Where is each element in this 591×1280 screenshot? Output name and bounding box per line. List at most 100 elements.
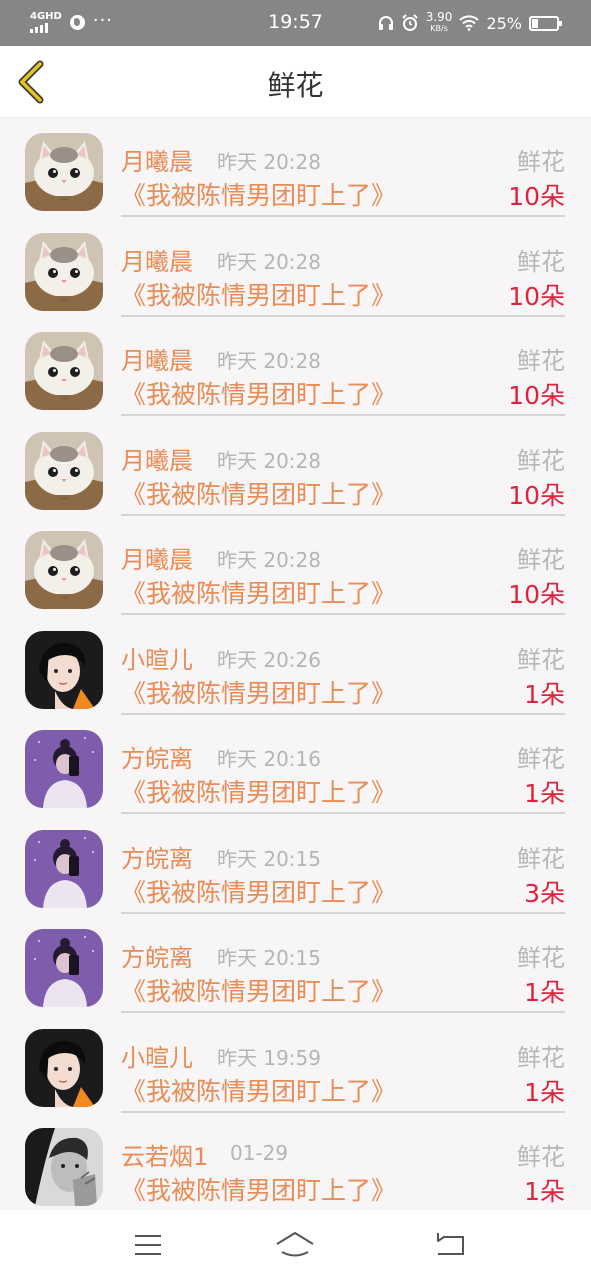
list-item[interactable]: ····· 月曦晨 昨天 20:28 鲜花《我被陈情男团盯上了》 10朵: [0, 218, 591, 318]
sender-name[interactable]: 云若烟1: [121, 1137, 208, 1172]
boy-avatar[interactable]: [25, 630, 103, 709]
home-button[interactable]: [274, 1228, 316, 1262]
status-bar: 4GHD ··· 19:57 3.90 KB/s 25%: [0, 0, 591, 46]
flower-count: 1朵: [524, 978, 565, 1007]
svg-text:·····: ·····: [60, 595, 68, 601]
sender-name[interactable]: 小暄儿: [121, 640, 193, 675]
page-title: 鲜花: [267, 69, 324, 102]
book-title-link[interactable]: 《我被陈情男团盯上了》: [121, 475, 396, 511]
book-title-link[interactable]: 《我被陈情男团盯上了》: [121, 276, 396, 312]
menu-icon: [135, 1235, 161, 1255]
timestamp: 昨天 20:28: [217, 448, 321, 473]
cat-avatar[interactable]: ·····: [25, 431, 103, 510]
sender-name[interactable]: 月曦晨: [121, 142, 193, 177]
svg-text:·····: ·····: [60, 197, 68, 203]
timestamp: 昨天 20:28: [217, 548, 321, 572]
battery-percent: 25%: [486, 13, 522, 33]
flower-count: 10朵: [508, 580, 565, 609]
bw-avatar[interactable]: [25, 1128, 103, 1206]
flower-count: 1朵: [524, 1077, 565, 1107]
cat-avatar[interactable]: ·····: [25, 232, 103, 311]
status-right: 3.90 KB/s 25%: [378, 10, 562, 35]
list-item[interactable]: ····· 月曦晨 昨天 20:28 鲜花《我被陈情男团盯上了》 10朵: [0, 118, 591, 218]
book-title-link[interactable]: 《我被陈情男团盯上了》: [121, 873, 396, 909]
menu-button[interactable]: [127, 1228, 169, 1262]
boy-avatar[interactable]: [25, 1028, 103, 1107]
flower-count: 1朵: [524, 779, 565, 808]
sender-name[interactable]: 月曦晨: [121, 242, 193, 277]
timestamp: 01-29: [230, 1141, 289, 1165]
cat-avatar[interactable]: ·····: [25, 531, 103, 609]
gift-type: 鲜花: [517, 446, 565, 475]
svg-text:·····: ·····: [60, 297, 68, 303]
flower-count: 10朵: [508, 281, 565, 311]
sender-name[interactable]: 月曦晨: [121, 341, 193, 376]
gift-type: 鲜花: [517, 944, 565, 972]
header-bar: 鲜花: [0, 46, 591, 118]
list-item[interactable]: 方皖离 昨天 20:16 鲜花《我被陈情男团盯上了》 1朵: [0, 715, 591, 815]
flower-record-list: ····· 月曦晨 昨天 20:28 鲜花 《我被陈情男团盯上了》 10朵 ····· …: [0, 118, 591, 1210]
list-item[interactable]: ····· 月曦晨 昨天 20:28 鲜花《我被陈情男团盯上了》 10朵: [0, 317, 591, 417]
gift-type: 鲜花: [517, 347, 565, 375]
gift-type: 鲜花: [517, 247, 565, 276]
timestamp: 昨天 20:28: [217, 249, 321, 274]
timestamp: 昨天 20:26: [217, 647, 321, 672]
sender-name[interactable]: 方皖离: [121, 739, 193, 774]
nav-back-button[interactable]: [430, 1228, 472, 1262]
gift-type: 鲜花: [517, 1043, 565, 1072]
flower-count: 10朵: [508, 381, 565, 410]
sender-name[interactable]: 方皖离: [121, 839, 193, 874]
timestamp: 昨天 20:15: [217, 946, 321, 970]
timestamp: 昨天 20:16: [217, 747, 321, 771]
flower-count: 1朵: [524, 1177, 565, 1206]
cat-avatar[interactable]: ·····: [25, 332, 103, 410]
list-item[interactable]: 方皖离 昨天 20:15 鲜花《我被陈情男团盯上了》 1朵: [0, 914, 591, 1014]
book-title-link[interactable]: 《我被陈情男团盯上了》: [121, 1171, 396, 1207]
sender-name[interactable]: 月曦晨: [121, 441, 193, 476]
battery-icon: [529, 15, 562, 31]
timestamp: 昨天 20:28: [217, 349, 321, 373]
sender-name[interactable]: 月曦晨: [121, 540, 193, 575]
timestamp: 昨天 20:15: [217, 846, 321, 871]
book-title-link[interactable]: 《我被陈情男团盯上了》: [121, 674, 396, 710]
headphones-icon: [378, 16, 393, 30]
back-icon: [437, 1233, 464, 1255]
home-icon: [276, 1232, 314, 1257]
gift-type: 鲜花: [517, 745, 565, 773]
list-item[interactable]: 小暄儿 昨天 19:59 鲜花《我被陈情男团盯上了》 1朵: [0, 1014, 591, 1114]
girl-avatar[interactable]: [25, 929, 103, 1007]
girl-avatar[interactable]: [25, 829, 103, 908]
list-item[interactable]: 云若烟1 01-29 鲜花《我被陈情男团盯上了》 1朵: [0, 1113, 591, 1210]
book-title-link[interactable]: 《我被陈情男团盯上了》: [121, 773, 396, 809]
sender-name[interactable]: 小暄儿: [121, 1038, 193, 1073]
sender-name[interactable]: 方皖离: [121, 938, 193, 973]
list-item[interactable]: 方皖离 昨天 20:15 鲜花《我被陈情男团盯上了》 3朵: [0, 815, 591, 915]
book-title-link[interactable]: 《我被陈情男团盯上了》: [121, 176, 396, 212]
book-title-link[interactable]: 《我被陈情男团盯上了》: [121, 574, 396, 610]
list-item[interactable]: ····· 月曦晨 昨天 20:28 鲜花《我被陈情男团盯上了》 10朵: [0, 417, 591, 517]
timestamp: 昨天 20:28: [217, 150, 321, 174]
list-item[interactable]: ····· 月曦晨 昨天 20:28 鲜花《我被陈情男团盯上了》 10朵: [0, 516, 591, 616]
wifi-icon: [459, 15, 480, 31]
gift-type: 鲜花: [517, 844, 565, 873]
book-title-link[interactable]: 《我被陈情男团盯上了》: [121, 1072, 396, 1108]
list-item[interactable]: 小暄儿 昨天 20:26 鲜花《我被陈情男团盯上了》 1朵: [0, 616, 591, 716]
svg-text:·····: ·····: [60, 396, 68, 402]
girl-avatar[interactable]: [25, 730, 103, 808]
alarm-icon: [402, 14, 418, 31]
system-nav-bar: [0, 1210, 591, 1280]
gift-type: 鲜花: [517, 645, 565, 674]
timestamp: 昨天 19:59: [217, 1045, 321, 1070]
flower-count: 1朵: [524, 679, 565, 709]
cat-avatar[interactable]: ·····: [25, 133, 103, 211]
flower-count: 3朵: [524, 878, 565, 908]
gift-type: 鲜花: [517, 546, 565, 574]
book-title-link[interactable]: 《我被陈情男团盯上了》: [121, 972, 396, 1008]
book-title-link[interactable]: 《我被陈情男团盯上了》: [121, 375, 396, 411]
flower-count: 10朵: [508, 480, 565, 510]
gift-type: 鲜花: [517, 148, 565, 176]
network-speed: 3.90 KB/s: [425, 10, 453, 33]
flower-count: 10朵: [508, 182, 565, 211]
gift-type: 鲜花: [517, 1143, 565, 1171]
svg-text:·····: ·····: [60, 496, 68, 502]
